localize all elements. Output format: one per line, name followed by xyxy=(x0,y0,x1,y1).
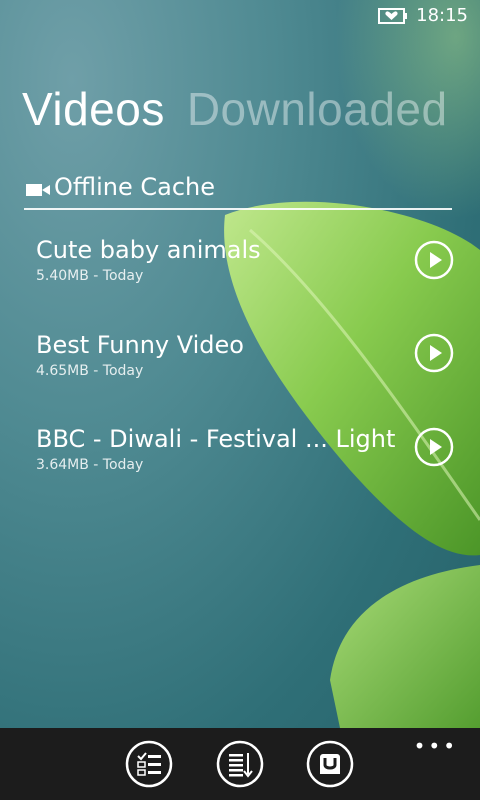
select-list-icon[interactable] xyxy=(125,740,173,788)
video-title: Cute baby animals xyxy=(36,236,261,264)
status-bar: 18:15 xyxy=(0,0,480,32)
video-title: BBC - Diwali - Festival ... Light xyxy=(36,425,396,453)
battery-heart-icon xyxy=(378,8,407,24)
list-item[interactable]: BBC - Diwali - Festival ... Light 3.64MB… xyxy=(36,425,456,495)
video-meta: 4.65MB - Today xyxy=(36,363,144,379)
sort-icon[interactable] xyxy=(216,740,264,788)
list-item[interactable]: Cute baby animals 5.40MB - Today xyxy=(36,236,456,306)
play-icon[interactable] xyxy=(414,427,454,467)
video-meta: 3.64MB - Today xyxy=(36,457,144,473)
application-bar: ••• xyxy=(0,728,480,800)
play-icon[interactable] xyxy=(414,333,454,373)
section-title: Offline Cache xyxy=(54,173,216,201)
video-title: Best Funny Video xyxy=(36,331,244,359)
video-meta: 5.40MB - Today xyxy=(36,268,144,284)
tab-downloaded[interactable]: Downloaded xyxy=(187,82,448,136)
app-store-icon[interactable] xyxy=(306,740,354,788)
more-options-button[interactable]: ••• xyxy=(414,734,458,758)
pivot-header: Videos Downloaded xyxy=(22,82,448,136)
list-item[interactable]: Best Funny Video 4.65MB - Today xyxy=(36,331,456,401)
play-icon[interactable] xyxy=(414,240,454,280)
video-camera-icon xyxy=(26,184,50,196)
section-header-offline-cache: Offline Cache xyxy=(24,172,452,210)
tab-videos[interactable]: Videos xyxy=(22,82,165,136)
clock-time: 18:15 xyxy=(416,5,468,26)
